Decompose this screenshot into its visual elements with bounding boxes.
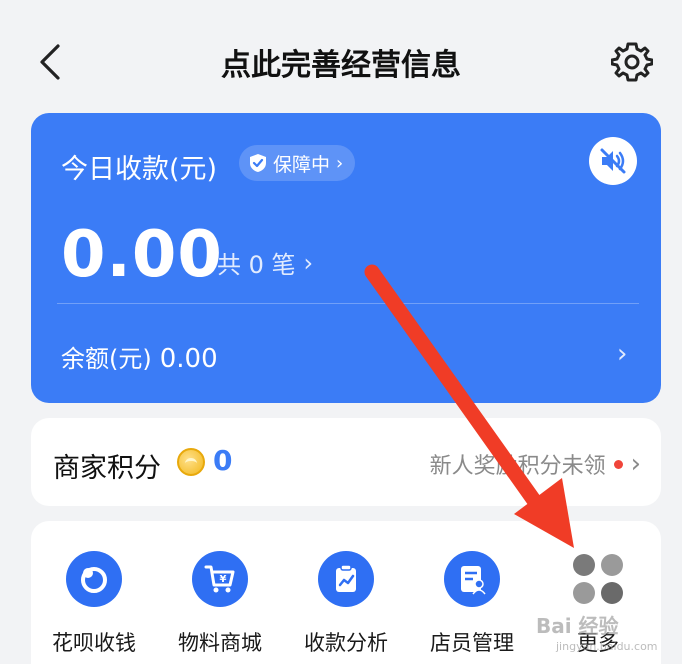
more-grid-icon [570,551,626,607]
tool-collection-analysis[interactable]: 收款分析 [283,551,409,657]
today-amount: 0.00 [61,218,223,292]
transaction-count: 共 0 笔 [217,251,296,279]
new-user-reward-link[interactable]: 新人奖励积分未领 › [430,448,641,480]
transaction-count-link[interactable]: 共 0 笔 › [217,245,313,280]
tool-label: 花呗收钱 [52,631,136,655]
tool-huabei-collect[interactable]: 花呗收钱 [31,551,157,657]
guard-status-badge[interactable]: 保障中 › [239,145,356,181]
today-collection-card[interactable]: 今日收款(元) 保障中 › 0.00 共 0 笔 › 余额(元) 0.00 › [31,113,661,403]
speaker-muted-icon [600,148,626,174]
merchant-points-value: 0 [213,444,233,477]
header: 点此完善经营信息 [0,0,682,112]
merchant-points-label: 商家积分 [53,453,161,484]
cart-icon: ¥ [192,551,248,607]
tool-staff-management[interactable]: 店员管理 [409,551,535,657]
page-title[interactable]: 点此完善经营信息 [0,40,682,84]
huabei-icon [66,551,122,607]
guard-status-label: 保障中 [273,153,331,176]
coin-icon [177,448,205,476]
staff-card-icon [444,551,500,607]
chevron-right-icon: › [303,248,314,277]
chevron-right-icon[interactable]: › [617,339,627,369]
shield-check-icon [250,154,266,172]
watermark-url: jingyan.baidu.com [556,640,658,653]
card-divider [57,303,639,304]
tool-label: 店员管理 [430,631,514,655]
notification-dot [613,459,623,469]
svg-text:¥: ¥ [220,574,227,585]
chevron-right-icon: › [630,449,641,479]
sound-toggle-button[interactable] [589,137,637,185]
watermark-logo: Bai 经验 [536,614,619,638]
chart-clipboard-icon [318,551,374,607]
chevron-right-icon: › [336,152,344,174]
tool-material-mall[interactable]: ¥ 物料商城 [157,551,283,657]
merchant-points-card[interactable]: 商家积分 0 新人奖励积分未领 › [31,418,661,506]
balance-label: 余额(元) [61,345,152,373]
today-collection-title: 今日收款(元) [61,154,218,185]
gear-icon [611,42,653,82]
settings-button[interactable] [608,38,656,86]
tool-label: 收款分析 [304,631,388,655]
balance-value: 0.00 [159,344,218,374]
balance-row[interactable]: 余额(元) 0.00 [61,339,218,374]
new-user-reward-text: 新人奖励积分未领 [429,454,606,479]
tool-label: 物料商城 [178,631,262,655]
